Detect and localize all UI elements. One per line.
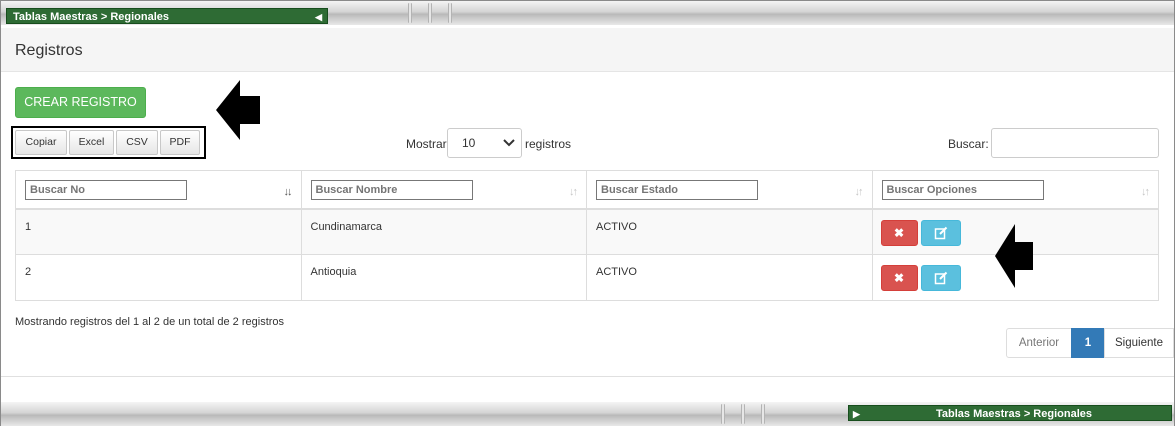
sort-icon[interactable]: ↓↑ — [1141, 186, 1150, 198]
table-header: ↓↓ ↓↑ ↓↑ ↓↑ — [16, 171, 1158, 210]
cell-no: 2 — [16, 255, 302, 300]
records-table: ↓↓ ↓↑ ↓↑ ↓↑ 1 Cundinamarca ACTIVO ✖ — [15, 170, 1159, 301]
close-icon: ✖ — [893, 226, 905, 240]
breadcrumb-text: Tablas Maestras > Regionales — [935, 408, 1092, 420]
filter-estado-input[interactable] — [596, 180, 758, 200]
filter-nombre-input[interactable] — [310, 180, 473, 200]
pdf-button[interactable]: PDF — [160, 130, 200, 155]
sort-icon[interactable]: ↓↑ — [569, 186, 578, 198]
cell-nombre: Cundinamarca — [302, 210, 587, 254]
annotation-arrow-left-icon — [216, 80, 260, 140]
cell-no: 1 — [16, 210, 302, 254]
breadcrumb-top[interactable]: Tablas Maestras > Regionales ◀ — [6, 8, 328, 24]
table-row: 2 Antioquia ACTIVO ✖ — [16, 255, 1158, 300]
cell-estado-text: ACTIVO — [596, 266, 637, 278]
edit-icon — [934, 226, 947, 240]
search-input[interactable] — [991, 128, 1159, 158]
table-body: 1 Cundinamarca ACTIVO ✖ 2 Antioquia ACTI… — [16, 210, 1158, 300]
export-buttons: Copiar Excel CSV PDF — [11, 126, 206, 159]
top-frame-bar: Tablas Maestras > Regionales ◀ — [1, 1, 1174, 25]
column-header-opciones[interactable]: ↓↑ — [873, 171, 1159, 208]
edit-icon — [934, 271, 947, 285]
sort-asc-icon[interactable]: ↓↓ — [284, 186, 293, 198]
resize-grip-icon[interactable] — [721, 404, 765, 424]
search-label: Buscar: — [948, 137, 989, 151]
delete-button[interactable]: ✖ — [880, 265, 918, 291]
resize-grip-icon[interactable] — [408, 3, 452, 23]
bottom-frame-bar: ▶ Tablas Maestras > Regionales — [1, 402, 1174, 426]
cell-estado-text: ACTIVO — [596, 221, 637, 233]
page-length-value: 10 — [462, 136, 476, 150]
table-info-text: Mostrando registros del 1 al 2 de un tot… — [15, 316, 285, 328]
chevron-down-icon — [503, 139, 515, 147]
divider — [1, 376, 1174, 377]
column-header-nombre[interactable]: ↓↑ — [302, 171, 587, 208]
close-icon: ✖ — [893, 271, 905, 285]
csv-button[interactable]: CSV — [116, 130, 158, 155]
expand-right-icon[interactable]: ▶ — [853, 408, 860, 420]
cell-nombre-text: Antioquia — [310, 266, 357, 278]
copy-button[interactable]: Copiar — [15, 130, 67, 155]
pagination-current-page[interactable]: 1 — [1071, 328, 1105, 358]
edit-button[interactable] — [920, 265, 961, 291]
pagination: Anterior 1 Siguiente — [1006, 328, 1174, 358]
cell-no-text: 1 — [25, 221, 32, 233]
delete-button[interactable]: ✖ — [880, 220, 918, 246]
cell-no-text: 2 — [25, 266, 32, 278]
cell-nombre: Antioquia — [302, 255, 587, 300]
breadcrumb-text: Tablas Maestras > Regionales — [13, 11, 170, 23]
cell-nombre-text: Cundinamarca — [310, 221, 383, 233]
create-record-button[interactable]: CREAR REGISTRO — [15, 87, 146, 118]
filter-no-input[interactable] — [25, 180, 187, 200]
pagination-next[interactable]: Siguiente — [1104, 328, 1174, 358]
excel-button[interactable]: Excel — [69, 130, 114, 155]
column-header-no[interactable]: ↓↓ — [16, 171, 302, 208]
cell-estado: ACTIVO — [587, 210, 873, 254]
collapse-left-icon[interactable]: ◀ — [315, 11, 322, 23]
page-header: Registros — [1, 28, 1174, 72]
filter-opciones-input[interactable] — [881, 180, 1044, 200]
table-row: 1 Cundinamarca ACTIVO ✖ — [16, 210, 1158, 255]
edit-button[interactable] — [920, 220, 961, 246]
column-header-estado[interactable]: ↓↑ — [587, 171, 873, 208]
page-title: Registros — [15, 42, 83, 59]
length-prefix-label: Mostrar — [406, 137, 447, 151]
pagination-prev[interactable]: Anterior — [1006, 328, 1072, 358]
breadcrumb-bottom[interactable]: ▶ Tablas Maestras > Regionales — [848, 405, 1172, 421]
annotation-arrow-left-icon — [995, 224, 1033, 288]
page-length-select[interactable]: 10 — [447, 128, 522, 158]
cell-estado: ACTIVO — [587, 255, 873, 300]
length-suffix-label: registros — [525, 137, 572, 151]
sort-icon[interactable]: ↓↑ — [855, 186, 864, 198]
